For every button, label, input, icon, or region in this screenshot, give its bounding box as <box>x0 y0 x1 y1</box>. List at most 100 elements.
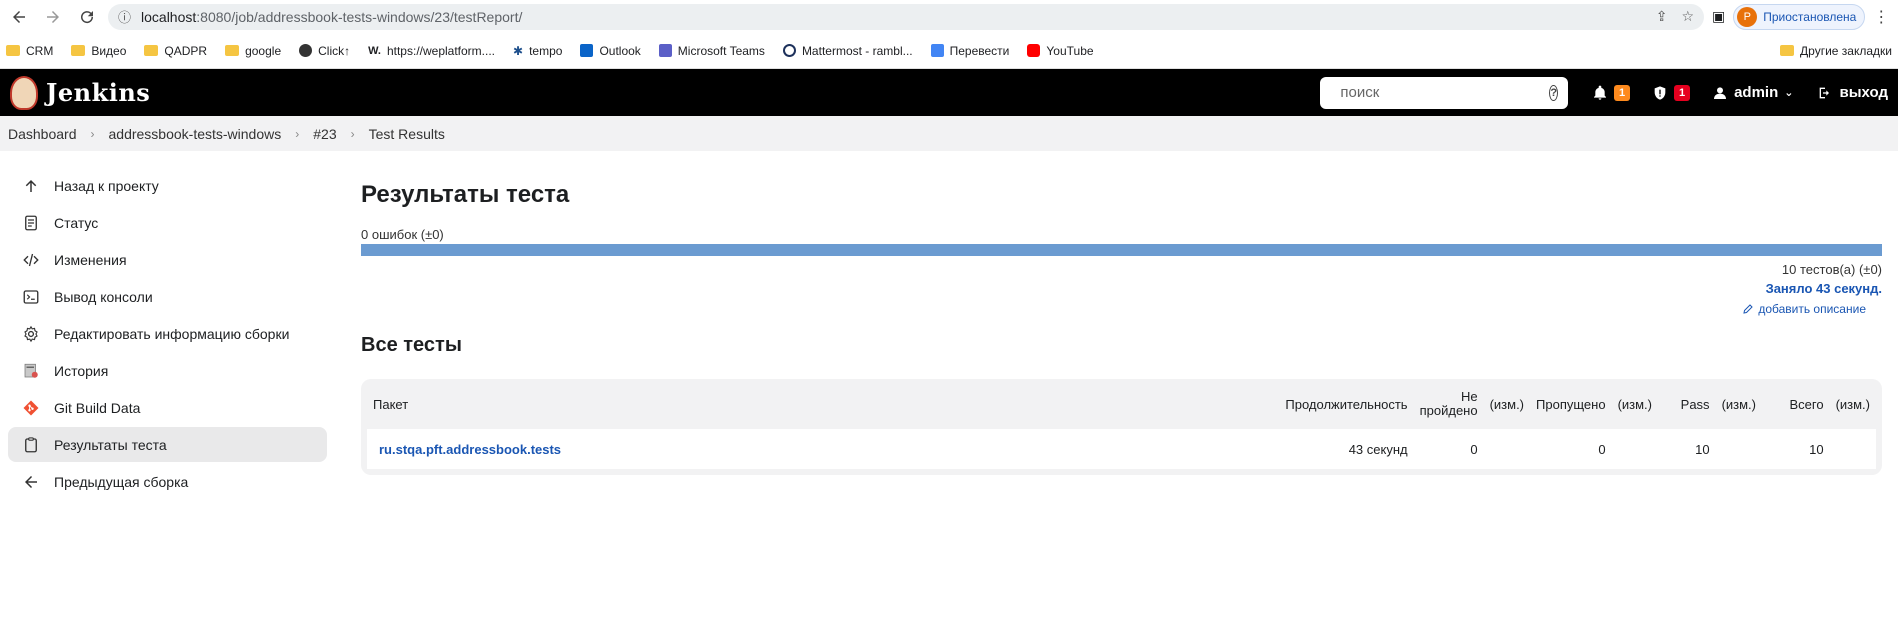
bookmark-item[interactable]: CRM <box>6 44 53 58</box>
bookmark-item[interactable]: Outlook <box>580 43 641 58</box>
breadcrumb-dashboard[interactable]: Dashboard <box>8 126 77 142</box>
other-bookmarks-label: Другие закладки <box>1800 43 1892 58</box>
folder-icon <box>1780 45 1795 56</box>
security-button[interactable]: 1 <box>1652 84 1691 101</box>
bookmark-item[interactable]: Перевести <box>930 44 1009 58</box>
bookmark-item[interactable]: ✱ tempo <box>513 44 562 58</box>
col-label: Не пройдено <box>1419 389 1478 418</box>
sidebar-item-label: Статус <box>54 214 99 231</box>
sidebar-item-label: История <box>54 362 109 379</box>
profile-label: Приостановлена <box>1763 9 1857 24</box>
bookmark-item[interactable]: QADPR <box>144 44 207 58</box>
teams-icon <box>658 44 672 57</box>
logout-label: выход <box>1839 84 1889 101</box>
duration-link[interactable]: Заняло 43 секунд. <box>361 281 1882 296</box>
col-skipped[interactable]: Пропущено <box>1530 379 1612 429</box>
package-link[interactable]: ru.stqa.pft.addressbook.tests <box>373 442 561 457</box>
breadcrumb-job[interactable]: addressbook-tests-windows <box>109 126 282 142</box>
logout-button[interactable]: выход <box>1816 84 1889 101</box>
col-label: Всего <box>1789 396 1824 412</box>
cell-pass: 10 <box>1695 441 1710 457</box>
terminal-icon <box>23 289 39 304</box>
col-failed[interactable]: Не пройдено <box>1414 379 1484 429</box>
sidebar-item-git-build-data[interactable]: Git Build Data <box>8 390 327 425</box>
side-panel-icon[interactable]: ▣ <box>1712 8 1725 25</box>
cell-failed-diff <box>1484 429 1530 469</box>
profile-button[interactable]: P Приостановлена <box>1733 3 1866 30</box>
sidebar-item-console[interactable]: Вывод консоли <box>8 279 327 314</box>
folder-icon <box>6 45 20 56</box>
forward-button[interactable] <box>40 4 66 30</box>
col-package[interactable]: Пакет <box>367 379 1264 429</box>
arrow-left-icon <box>13 10 25 23</box>
user-menu[interactable]: admin ⌄ <box>1712 84 1794 101</box>
sidebar-item-edit-build-info[interactable]: Редактировать информацию сборки <box>8 316 327 351</box>
bookmark-item[interactable]: Mattermost - rambl... <box>782 43 913 58</box>
search-box: ? <box>1320 76 1569 109</box>
cell-total-diff <box>1830 429 1876 469</box>
reload-button[interactable] <box>74 4 100 30</box>
other-bookmarks[interactable]: Другие закладки <box>1780 44 1892 58</box>
avatar: P <box>1737 6 1758 27</box>
search-input[interactable] <box>1340 84 1540 101</box>
sidebar-item-test-results[interactable]: Результаты теста <box>8 427 327 462</box>
jenkins-logo[interactable]: Jenkins <box>10 75 150 110</box>
arrow-left-icon <box>25 475 37 488</box>
sidebar-item-history[interactable]: История <box>8 353 327 388</box>
bookmark-item[interactable]: google <box>225 44 281 58</box>
chevron-down-icon: ⌄ <box>1784 87 1794 99</box>
bookmark-star-icon[interactable]: ☆ <box>1681 8 1694 25</box>
document-icon <box>25 215 37 230</box>
bookmark-item[interactable]: YouTube <box>1027 44 1094 58</box>
col-total[interactable]: Всего <box>1776 379 1830 429</box>
col-pass-diff[interactable]: (изм.) <box>1716 379 1776 429</box>
mattermost-icon <box>782 44 796 57</box>
table-header-row: Пакет Продолжительность Не пройдено (изм… <box>367 379 1876 429</box>
col-total-diff[interactable]: (изм.) <box>1830 379 1876 429</box>
menu-kebab-icon[interactable]: ⋮ <box>1873 7 1889 27</box>
col-pass[interactable]: Pass <box>1672 379 1716 429</box>
bookmark-item[interactable]: Click↑ <box>299 44 350 58</box>
bookmark-label: https://weplatform.... <box>386 43 496 58</box>
add-description-button[interactable]: добавить описание <box>361 302 1882 316</box>
bookmark-item[interactable]: Microsoft Teams <box>658 43 765 58</box>
address-bar[interactable]: ⓘ localhost:8080/job/addressbook-tests-w… <box>108 3 1704 30</box>
history-icon <box>24 363 38 378</box>
col-label: Пакет <box>373 396 409 412</box>
back-button[interactable] <box>6 4 32 30</box>
sidebar-item-back-to-project[interactable]: Назад к проекту <box>8 168 327 203</box>
page-title: Результаты теста <box>361 181 570 208</box>
cell-skipped-diff <box>1612 429 1672 469</box>
breadcrumb-test-results[interactable]: Test Results <box>369 126 445 142</box>
bookmark-label: Click↑ <box>318 43 351 58</box>
col-label: (изм.) <box>1835 396 1870 412</box>
col-failed-diff[interactable]: (изм.) <box>1484 379 1530 429</box>
notifications-button[interactable]: 1 <box>1592 84 1631 101</box>
git-icon <box>23 400 39 415</box>
url-text[interactable]: localhost:8080/job/addressbook-tests-win… <box>141 9 1646 25</box>
arrow-up-icon <box>25 179 37 192</box>
share-icon[interactable]: ⇪ <box>1656 8 1668 25</box>
bookmark-label: Mattermost - rambl... <box>801 43 913 58</box>
sidebar-item-changes[interactable]: Изменения <box>8 242 327 277</box>
chevron-right-icon: › <box>295 126 300 141</box>
sidebar-item-previous-build[interactable]: Предыдущая сборка <box>8 464 327 499</box>
sidebar-item-status[interactable]: Статус <box>8 205 327 240</box>
logout-icon <box>1819 87 1829 98</box>
sidebar-item-label: Предыдущая сборка <box>54 473 189 490</box>
url-host: localhost <box>141 8 197 25</box>
bookmark-item[interactable]: W. https://weplatform.... <box>368 44 495 58</box>
breadcrumb-build[interactable]: #23 <box>313 126 336 142</box>
col-skipped-diff[interactable]: (изм.) <box>1612 379 1672 429</box>
col-duration[interactable]: Продолжительность <box>1264 379 1414 429</box>
bookmark-label: Microsoft Teams <box>677 43 765 58</box>
site-info-icon[interactable]: ⓘ <box>118 7 131 26</box>
bookmark-item[interactable]: Видео <box>71 44 126 58</box>
bookmarks-bar: CRM Видео QADPR google Click↑ W. https://… <box>0 33 1898 69</box>
col-label: (изм.) <box>1617 396 1652 412</box>
tests-count: 10 тестов(а) (±0) <box>1781 262 1882 277</box>
bookmark-label: Outlook <box>599 43 641 58</box>
folder-icon <box>71 45 86 56</box>
help-icon[interactable]: ? <box>1549 84 1559 101</box>
jenkins-butler-icon <box>10 75 38 110</box>
